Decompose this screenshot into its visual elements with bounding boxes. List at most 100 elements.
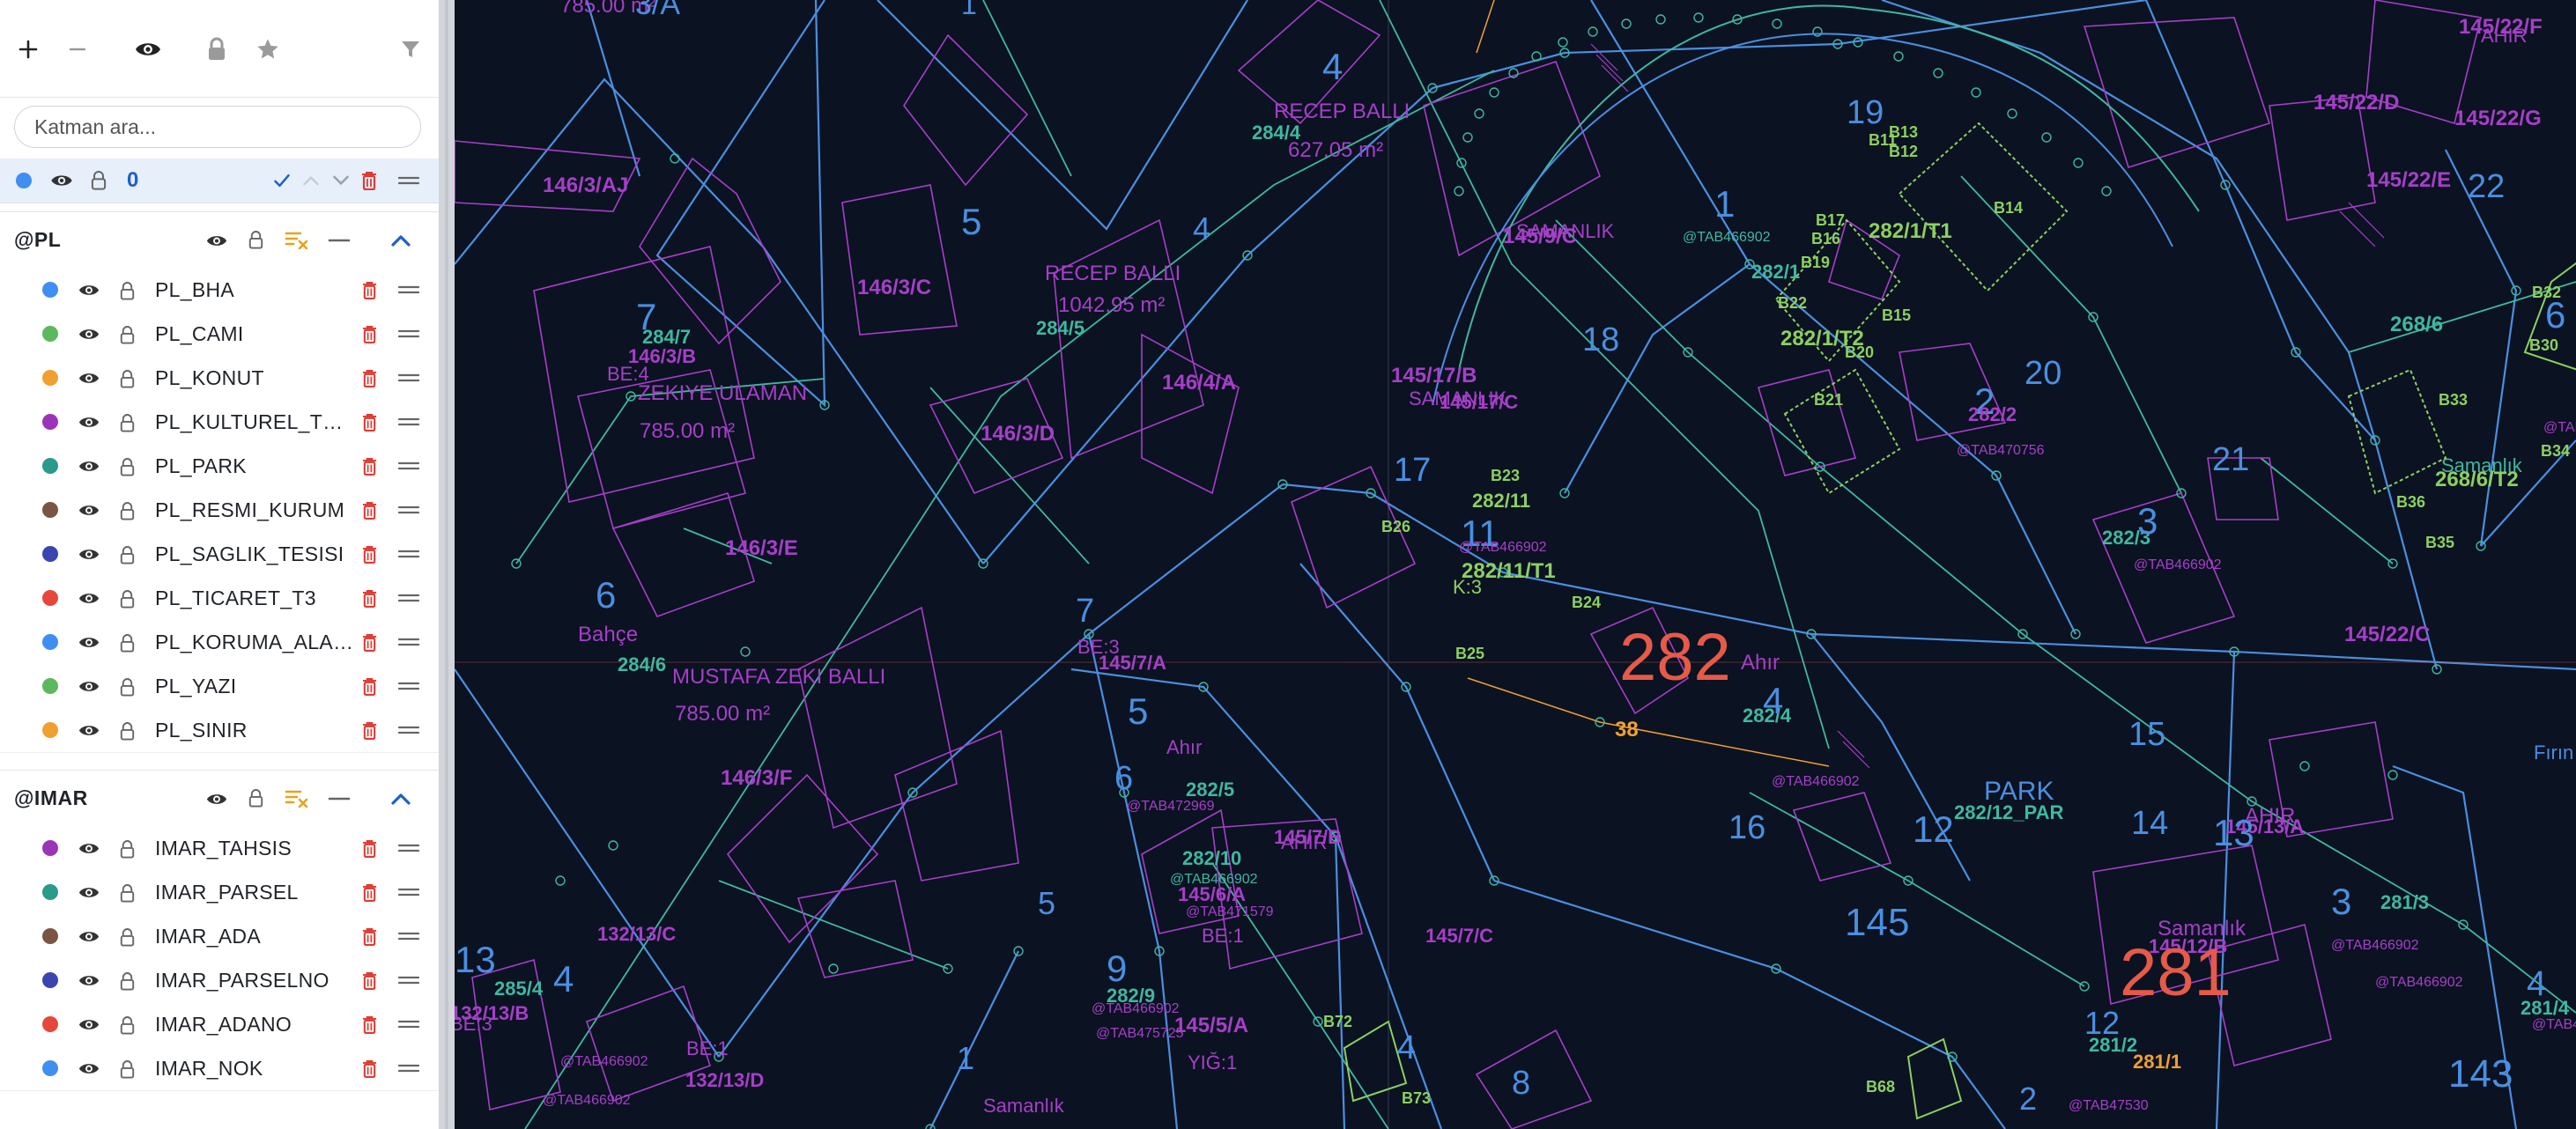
layer-lock-toggle[interactable] [116, 970, 137, 992]
layer-lock-toggle[interactable] [116, 631, 137, 654]
layer-color-dot[interactable] [42, 282, 58, 298]
remove-layer-button[interactable] [58, 30, 97, 69]
layer-visibility-toggle[interactable] [76, 325, 102, 343]
layer-lock-toggle[interactable] [116, 543, 137, 566]
layer-group-header[interactable]: @PL [0, 211, 439, 269]
layer-visibility-toggle[interactable] [76, 457, 102, 475]
drag-handle[interactable] [395, 503, 423, 517]
layer-color-dot[interactable] [42, 546, 58, 562]
delete-layer-button[interactable] [358, 499, 381, 520]
layer-row[interactable]: IMAR_ADANO [0, 1002, 439, 1047]
group-clear-filter-button[interactable] [284, 228, 310, 253]
drag-handle[interactable] [395, 591, 423, 605]
drag-handle[interactable] [395, 679, 423, 693]
layer-color-dot[interactable] [42, 590, 58, 606]
layer-lock-toggle[interactable] [116, 1058, 137, 1081]
layer-visibility-toggle[interactable] [76, 883, 102, 901]
layer-visibility-toggle[interactable] [76, 1015, 102, 1033]
layer-visibility-toggle[interactable] [76, 589, 102, 607]
layer-visibility-toggle[interactable] [76, 501, 102, 519]
layer-row[interactable]: IMAR_PARSEL [0, 870, 439, 915]
delete-layer-button[interactable] [358, 543, 381, 564]
delete-layer-button[interactable] [358, 411, 381, 432]
drag-handle[interactable] [395, 169, 423, 192]
layer-visibility-toggle[interactable] [76, 281, 102, 299]
layer-row[interactable]: IMAR_NOK [0, 1046, 439, 1091]
delete-layer-button[interactable] [358, 169, 381, 192]
delete-layer-button[interactable] [358, 631, 381, 653]
delete-layer-button[interactable] [358, 1058, 381, 1079]
layer-row[interactable]: PL_YAZI [0, 664, 439, 709]
layer-group-header[interactable]: @IMAR [0, 770, 439, 828]
layer-row[interactable]: PL_SAGLIK_TESISI [0, 532, 439, 577]
drag-handle[interactable] [395, 547, 423, 561]
delete-layer-button[interactable] [358, 1014, 381, 1035]
layer-row[interactable]: PL_TICARET_T3 [0, 576, 439, 621]
layer-color-dot[interactable] [42, 458, 58, 474]
drag-handle[interactable] [395, 283, 423, 297]
layer-row[interactable]: PL_SINIR [0, 708, 439, 753]
resize-handle[interactable] [445, 0, 448, 1129]
delete-layer-button[interactable] [358, 587, 381, 609]
layer-visibility-toggle[interactable] [76, 971, 102, 989]
drag-handle[interactable] [395, 635, 423, 649]
group-clear-filter-button[interactable] [284, 786, 310, 811]
layer-lock-toggle[interactable] [88, 169, 109, 192]
group-visibility-toggle[interactable] [203, 230, 231, 251]
layer-lock-toggle[interactable] [116, 367, 137, 390]
layer-color-dot[interactable] [42, 634, 58, 650]
layer-visibility-toggle[interactable] [76, 633, 102, 651]
layer-lock-toggle[interactable] [116, 1014, 137, 1037]
layer-lock-toggle[interactable] [116, 587, 137, 610]
set-current-layer-button[interactable] [270, 169, 294, 192]
delete-layer-button[interactable] [358, 367, 381, 388]
delete-layer-button[interactable] [358, 926, 381, 947]
layer-visibility-toggle[interactable] [76, 839, 102, 857]
layer-lock-toggle[interactable] [116, 926, 137, 948]
move-layer-down-button[interactable] [329, 169, 352, 192]
delete-layer-button[interactable] [358, 970, 381, 991]
group-lock-toggle[interactable] [245, 786, 266, 809]
move-layer-up-button[interactable] [300, 169, 322, 192]
delete-layer-button[interactable] [358, 455, 381, 476]
layer-row[interactable]: PL_CAMI [0, 312, 439, 357]
lock-all-button[interactable] [197, 30, 236, 69]
drag-handle[interactable] [395, 1017, 423, 1031]
drag-handle[interactable] [395, 841, 423, 855]
layer-row[interactable]: PL_KORUMA_ALA… [0, 620, 439, 665]
drag-handle[interactable] [395, 929, 423, 943]
layer-lock-toggle[interactable] [116, 279, 137, 302]
layer-color-dot[interactable] [42, 1016, 58, 1032]
active-layer-row[interactable]: 0 [0, 159, 439, 203]
layer-color-dot[interactable] [42, 928, 58, 944]
drag-handle[interactable] [395, 1061, 423, 1075]
group-collapse-button[interactable] [386, 228, 416, 253]
layer-color-dot[interactable] [42, 972, 58, 988]
layer-color-dot[interactable] [42, 840, 58, 856]
layer-color-dot[interactable] [42, 414, 58, 430]
toggle-all-visibility-button[interactable] [129, 30, 167, 69]
layer-color-dot[interactable] [42, 722, 58, 738]
layer-visibility-toggle[interactable] [76, 677, 102, 695]
delete-layer-button[interactable] [358, 719, 381, 741]
drag-handle[interactable] [395, 885, 423, 899]
group-drag-handle[interactable] [326, 232, 352, 249]
drag-handle[interactable] [395, 723, 423, 737]
drag-handle[interactable] [395, 415, 423, 429]
layer-row[interactable]: PL_KULTUREL_TES… [0, 400, 439, 445]
delete-layer-button[interactable] [358, 882, 381, 903]
layer-visibility-toggle[interactable] [76, 369, 102, 387]
drag-handle[interactable] [395, 973, 423, 987]
group-visibility-toggle[interactable] [203, 788, 231, 809]
layer-row[interactable]: IMAR_TAHSIS [0, 826, 439, 871]
layer-visibility-toggle[interactable] [76, 721, 102, 739]
panel-resize-divider[interactable] [439, 0, 455, 1129]
layer-row[interactable]: PL_KONUT [0, 356, 439, 401]
map-viewport[interactable]: 785.00 m² 3/A 1 4 RECEP BALLI 284/4 627.05 m² 1… [455, 0, 2576, 1129]
delete-layer-button[interactable] [358, 279, 381, 300]
filter-button[interactable] [391, 30, 430, 69]
layer-lock-toggle[interactable] [116, 838, 137, 860]
layer-color-dot[interactable] [42, 884, 58, 900]
layer-color-dot[interactable] [42, 1060, 58, 1076]
layer-visibility-toggle[interactable] [76, 927, 102, 945]
